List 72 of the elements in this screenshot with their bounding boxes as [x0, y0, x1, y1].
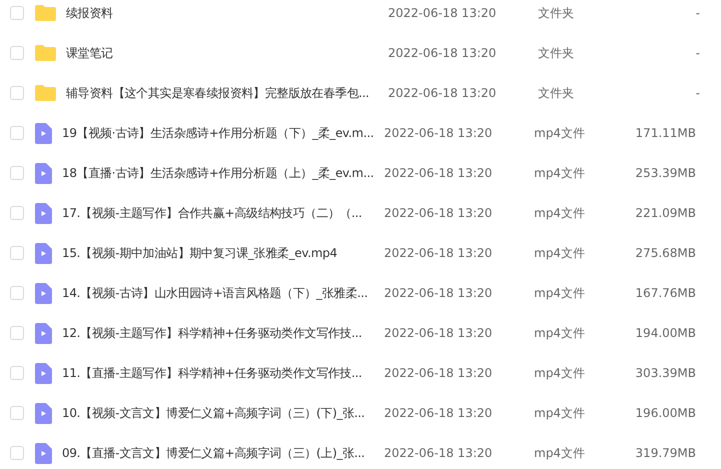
file-type: mp4文件 — [534, 164, 586, 182]
modified-date: 2022-06-18 13:20 — [388, 86, 498, 100]
video-file-icon — [35, 122, 52, 144]
checkbox[interactable] — [10, 406, 24, 420]
file-size: 303.39MB — [634, 366, 696, 380]
file-name[interactable]: 09.【直播-文言文】博爱仁义篇+高频字词（三）(上)_张... — [62, 444, 384, 462]
modified-date: 2022-06-18 13:20 — [384, 446, 494, 460]
file-type: mp4文件 — [534, 364, 586, 382]
folder-icon — [35, 5, 56, 21]
file-size: - — [694, 86, 700, 100]
file-size: 167.76MB — [634, 286, 696, 300]
file-size: - — [694, 6, 700, 20]
checkbox[interactable] — [10, 6, 24, 20]
file-type: mp4文件 — [534, 444, 586, 462]
file-type: mp4文件 — [534, 404, 586, 422]
checkbox[interactable] — [10, 206, 24, 220]
file-name[interactable]: 课堂笔记 — [66, 44, 388, 62]
video-file-icon — [35, 162, 52, 184]
checkbox[interactable] — [10, 366, 24, 380]
video-file-icon — [35, 202, 52, 224]
modified-date: 2022-06-18 13:20 — [384, 206, 494, 220]
file-name[interactable]: 10.【视频-文言文】博爱仁义篇+高频字词（三）(下)_张... — [62, 404, 384, 422]
folder-icon — [35, 85, 56, 101]
file-name[interactable]: 19【视频·古诗】生活杂感诗+作用分析题（下）_柔_ev.m... — [62, 124, 384, 142]
modified-date: 2022-06-18 13:20 — [384, 286, 494, 300]
video-file-icon — [35, 402, 52, 424]
file-type: 文件夹 — [538, 44, 575, 62]
modified-date: 2022-06-18 13:20 — [388, 6, 498, 20]
file-size: 171.11MB — [634, 126, 696, 140]
checkbox[interactable] — [10, 46, 24, 60]
file-size: 275.68MB — [634, 246, 696, 260]
checkbox[interactable] — [10, 286, 24, 300]
file-type: 文件夹 — [538, 84, 575, 102]
video-file-icon — [35, 242, 52, 264]
file-size: 319.79MB — [634, 446, 696, 460]
file-size: 194.00MB — [634, 326, 696, 340]
video-file-icon — [35, 282, 52, 304]
file-name[interactable]: 15.【视频-期中加油站】期中复习课_张雅柔_ev.mp4 — [62, 244, 384, 262]
file-name[interactable]: 12.【视频-主题写作】科学精神+任务驱动类作文写作技... — [62, 324, 384, 342]
modified-date: 2022-06-18 13:20 — [384, 406, 494, 420]
file-name[interactable]: 11.【直播-主题写作】科学精神+任务驱动类作文写作技... — [62, 364, 384, 382]
checkbox[interactable] — [10, 246, 24, 260]
modified-date: 2022-06-18 13:20 — [384, 326, 494, 340]
video-file-icon — [35, 322, 52, 344]
checkbox[interactable] — [10, 446, 24, 460]
video-file-icon — [35, 442, 52, 464]
file-name[interactable]: 18【直播·古诗】生活杂感诗+作用分析题（上）_柔_ev.m... — [62, 164, 384, 182]
modified-date: 2022-06-18 13:20 — [384, 246, 494, 260]
checkbox[interactable] — [10, 326, 24, 340]
file-type: mp4文件 — [534, 324, 586, 342]
checkbox[interactable] — [10, 86, 24, 100]
checkbox[interactable] — [10, 126, 24, 140]
file-name[interactable]: 17.【视频-主题写作】合作共赢+高级结构技巧（二）（... — [62, 204, 384, 222]
modified-date: 2022-06-18 13:20 — [384, 166, 494, 180]
file-name[interactable]: 辅导资料【这个其实是寒春续报资料】完整版放在春季包... — [66, 84, 388, 102]
modified-date: 2022-06-18 13:20 — [384, 126, 494, 140]
file-size: 253.39MB — [634, 166, 696, 180]
file-size: 221.09MB — [634, 206, 696, 220]
file-size: 196.00MB — [634, 406, 696, 420]
file-type: mp4文件 — [534, 244, 586, 262]
file-name[interactable]: 续报资料 — [66, 4, 388, 22]
file-type: mp4文件 — [534, 124, 586, 142]
modified-date: 2022-06-18 13:20 — [388, 46, 498, 60]
file-type: mp4文件 — [534, 204, 586, 222]
folder-icon — [35, 45, 56, 61]
file-type: mp4文件 — [534, 284, 586, 302]
file-name[interactable]: 14.【视频-古诗】山水田园诗+语言风格题（下）_张雅柔... — [62, 284, 384, 302]
file-size: - — [694, 46, 700, 60]
modified-date: 2022-06-18 13:20 — [384, 366, 494, 380]
video-file-icon — [35, 362, 52, 384]
checkbox[interactable] — [10, 166, 24, 180]
file-type: 文件夹 — [538, 4, 575, 22]
